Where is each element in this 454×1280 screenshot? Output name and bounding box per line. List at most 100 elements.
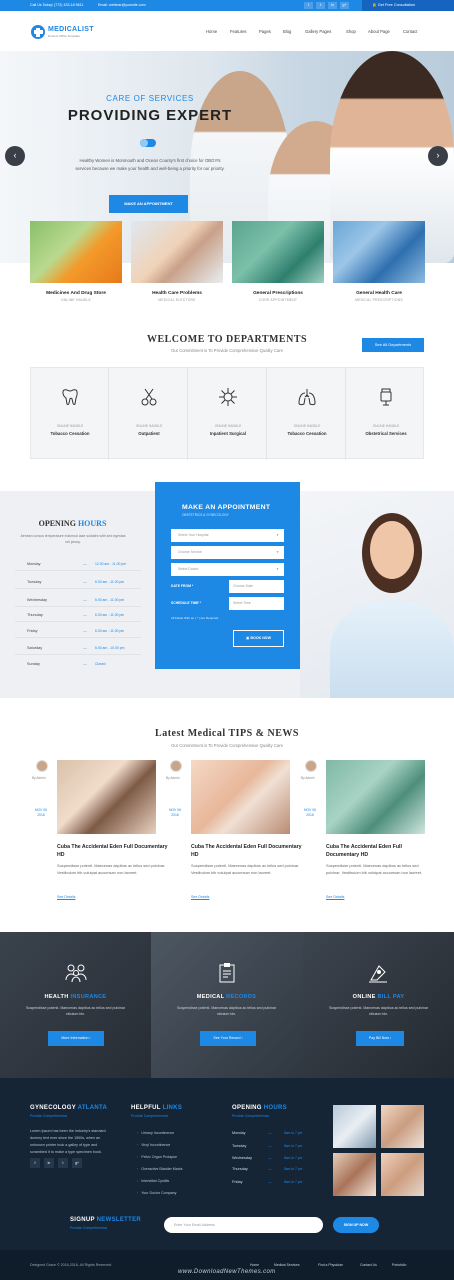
virus-icon xyxy=(219,388,237,406)
see-details-link[interactable]: See Details xyxy=(57,895,75,899)
nav-pages[interactable]: Pages xyxy=(259,29,271,34)
see-your-record-button[interactable]: See Your Record › xyxy=(200,1031,256,1046)
feature-title-general-care[interactable]: General Health Care xyxy=(333,291,425,296)
see-details-link[interactable]: See Details xyxy=(191,895,209,899)
day: Tuesday xyxy=(27,580,42,584)
email-info[interactable]: Email: webinar@yoursite.com xyxy=(98,3,146,7)
bottom-nav-contact[interactable]: Contact Us xyxy=(360,1263,377,1267)
feature-image-health-care[interactable] xyxy=(131,221,223,283)
department-obstetrical-services[interactable]: ONLINE HANDLE Obstetrical Services xyxy=(347,368,425,460)
footer-facebook-icon[interactable]: f xyxy=(30,1158,40,1168)
see-details-link[interactable]: See Details xyxy=(326,895,344,899)
footer-link[interactable]: Your Doctor Company xyxy=(137,1191,176,1195)
day: Monday xyxy=(27,562,41,566)
service-text-records: Suspendisse potenti. Maecenas dapibus ac… xyxy=(176,1006,277,1016)
day: Tuesday xyxy=(232,1144,247,1148)
bottom-nav-home[interactable]: Home xyxy=(250,1263,259,1267)
time: 6.00 am - 10.00 pm xyxy=(95,646,125,650)
newsletter-email-input[interactable]: Enter Your Email Address xyxy=(164,1217,323,1233)
feature-image-medicines[interactable] xyxy=(30,221,122,283)
day: Wednesday xyxy=(27,598,47,602)
pill-bottle-icon xyxy=(380,388,392,406)
date-placeholder: Choose Date xyxy=(233,584,253,588)
post-title[interactable]: Cuba The Accidental Eden Full Documentar… xyxy=(191,843,309,859)
google-plus-icon[interactable]: g+ xyxy=(340,2,349,9)
footer-google-plus-icon[interactable]: g+ xyxy=(72,1158,82,1168)
footer-linkedin-icon[interactable]: in xyxy=(44,1158,54,1168)
footer-link[interactable]: Urinary Incontinence xyxy=(137,1131,174,1135)
hero-title: PROVIDING EXPERT xyxy=(67,107,233,124)
department-outpatient[interactable]: ONLINE HANDLE Outpatient xyxy=(110,368,188,460)
bottom-nav-medical-services[interactable]: Medical Services xyxy=(274,1263,300,1267)
footer-link[interactable]: Overactive Bladder Marks xyxy=(137,1167,182,1171)
hero-eyebrow: CARE OF SERVICES xyxy=(106,94,194,103)
date-input[interactable]: Choose Date xyxy=(229,580,284,593)
sign-up-now-button[interactable]: SIGN UP NOW xyxy=(333,1217,379,1233)
see-all-departments-button[interactable]: See All Departments xyxy=(362,338,424,352)
post-image[interactable] xyxy=(191,760,290,834)
news-subtitle: Our Commitment is To Provide Comprehensi… xyxy=(171,743,283,748)
hospital-select[interactable]: Select Your Hospital ▼ xyxy=(171,529,284,542)
feature-image-general-care[interactable] xyxy=(333,221,425,283)
author-name[interactable]: By Admin xyxy=(166,776,179,780)
time: 8am to 7 pm xyxy=(284,1167,303,1171)
doctor-select[interactable]: Select Doctor ▼ xyxy=(171,563,284,576)
make-appointment-button[interactable]: MAKE AN APPOINTMENT xyxy=(109,195,188,213)
author-avatar[interactable] xyxy=(170,760,182,772)
post-image[interactable] xyxy=(326,760,425,834)
facebook-icon[interactable]: f xyxy=(304,2,313,9)
bottom-nav-find-physician[interactable]: Find a Physician xyxy=(318,1263,343,1267)
nav-shop[interactable]: Shop xyxy=(346,29,356,34)
footer-link[interactable]: Vinyl Incontinence xyxy=(137,1143,170,1147)
author-avatar[interactable] xyxy=(36,760,48,772)
nav-contact[interactable]: Contact xyxy=(403,29,417,34)
department-inpatient-surgical[interactable]: ONLINE HANDLE Inpatient Surgical xyxy=(189,368,267,460)
free-consultation-button[interactable]: 🔒 Get Free Consultation xyxy=(362,0,454,11)
hours-row: Saturday — 6.00 am - 10.00 pm xyxy=(15,642,141,655)
pay-bill-now-button[interactable]: Pay Bill Now › xyxy=(356,1031,404,1046)
gallery-thumb[interactable] xyxy=(333,1153,376,1196)
feature-title-medicines[interactable]: Medicines And Drug Store xyxy=(30,291,122,296)
fh-a: OPENING xyxy=(232,1105,264,1111)
footer-link[interactable]: Interstitial Cystitis xyxy=(137,1179,169,1183)
department-tobacco-cessation[interactable]: ONLINE HANDLE Tobacco Cessation xyxy=(31,368,109,460)
author-name[interactable]: By Admin xyxy=(32,776,45,780)
book-now-button[interactable]: ▣ BOOK NOW xyxy=(233,630,284,647)
gallery-thumb[interactable] xyxy=(381,1153,424,1196)
slider-prev-button[interactable]: ‹ xyxy=(5,146,25,166)
department-tobacco-cessation-2[interactable]: ONLINE HANDLE Tobacco Cessation xyxy=(268,368,346,460)
opening-hours-title-a: OPENING xyxy=(38,519,78,528)
author-name[interactable]: By Admin xyxy=(301,776,314,780)
more-information-button[interactable]: More Information › xyxy=(48,1031,104,1046)
footer-link[interactable]: Pelvic Organ Prolapse xyxy=(137,1155,177,1159)
linkedin-icon[interactable]: in xyxy=(328,2,337,9)
time-input[interactable]: Select Time xyxy=(229,597,284,610)
feature-image-prescriptions[interactable] xyxy=(232,221,324,283)
footer-twitter-icon[interactable]: t xyxy=(58,1158,68,1168)
nav-home[interactable]: Home xyxy=(206,29,217,34)
twitter-icon[interactable]: t xyxy=(316,2,325,9)
doctor-select-value: Select Doctor xyxy=(178,567,199,571)
post-title[interactable]: Cuba The Accidental Eden Full Documentar… xyxy=(326,843,430,859)
nurse-image xyxy=(300,491,454,698)
nav-about[interactable]: About Page xyxy=(368,29,390,34)
post-title[interactable]: Cuba The Accidental Eden Full Documentar… xyxy=(57,843,175,859)
service-select[interactable]: Choose Service ▼ xyxy=(171,546,284,559)
bottom-nav-portfolio[interactable]: Portofolio xyxy=(392,1263,406,1267)
copyright-text: Designed Grace © 2016-2018, All Rights R… xyxy=(30,1263,113,1267)
gallery-thumb[interactable] xyxy=(381,1105,424,1148)
gallery-thumb[interactable] xyxy=(333,1105,376,1148)
nurse-face xyxy=(370,521,414,579)
post-image[interactable] xyxy=(57,760,156,834)
lungs-icon xyxy=(298,389,316,406)
logo-text[interactable]: MEDICALIST xyxy=(48,26,94,33)
nav-gallery[interactable]: Gallery Pages xyxy=(305,29,331,34)
time: 8am to 7 pm xyxy=(284,1144,303,1148)
feature-title-health-care[interactable]: Health Care Problems xyxy=(131,291,223,296)
slider-next-button[interactable]: › xyxy=(428,146,448,166)
nav-features[interactable]: Features xyxy=(230,29,247,34)
medical-cross-logo-icon[interactable] xyxy=(31,25,45,39)
feature-title-prescriptions[interactable]: General Prescriptions xyxy=(232,291,324,296)
author-avatar[interactable] xyxy=(305,760,317,772)
nav-blog[interactable]: Blog xyxy=(283,29,291,34)
